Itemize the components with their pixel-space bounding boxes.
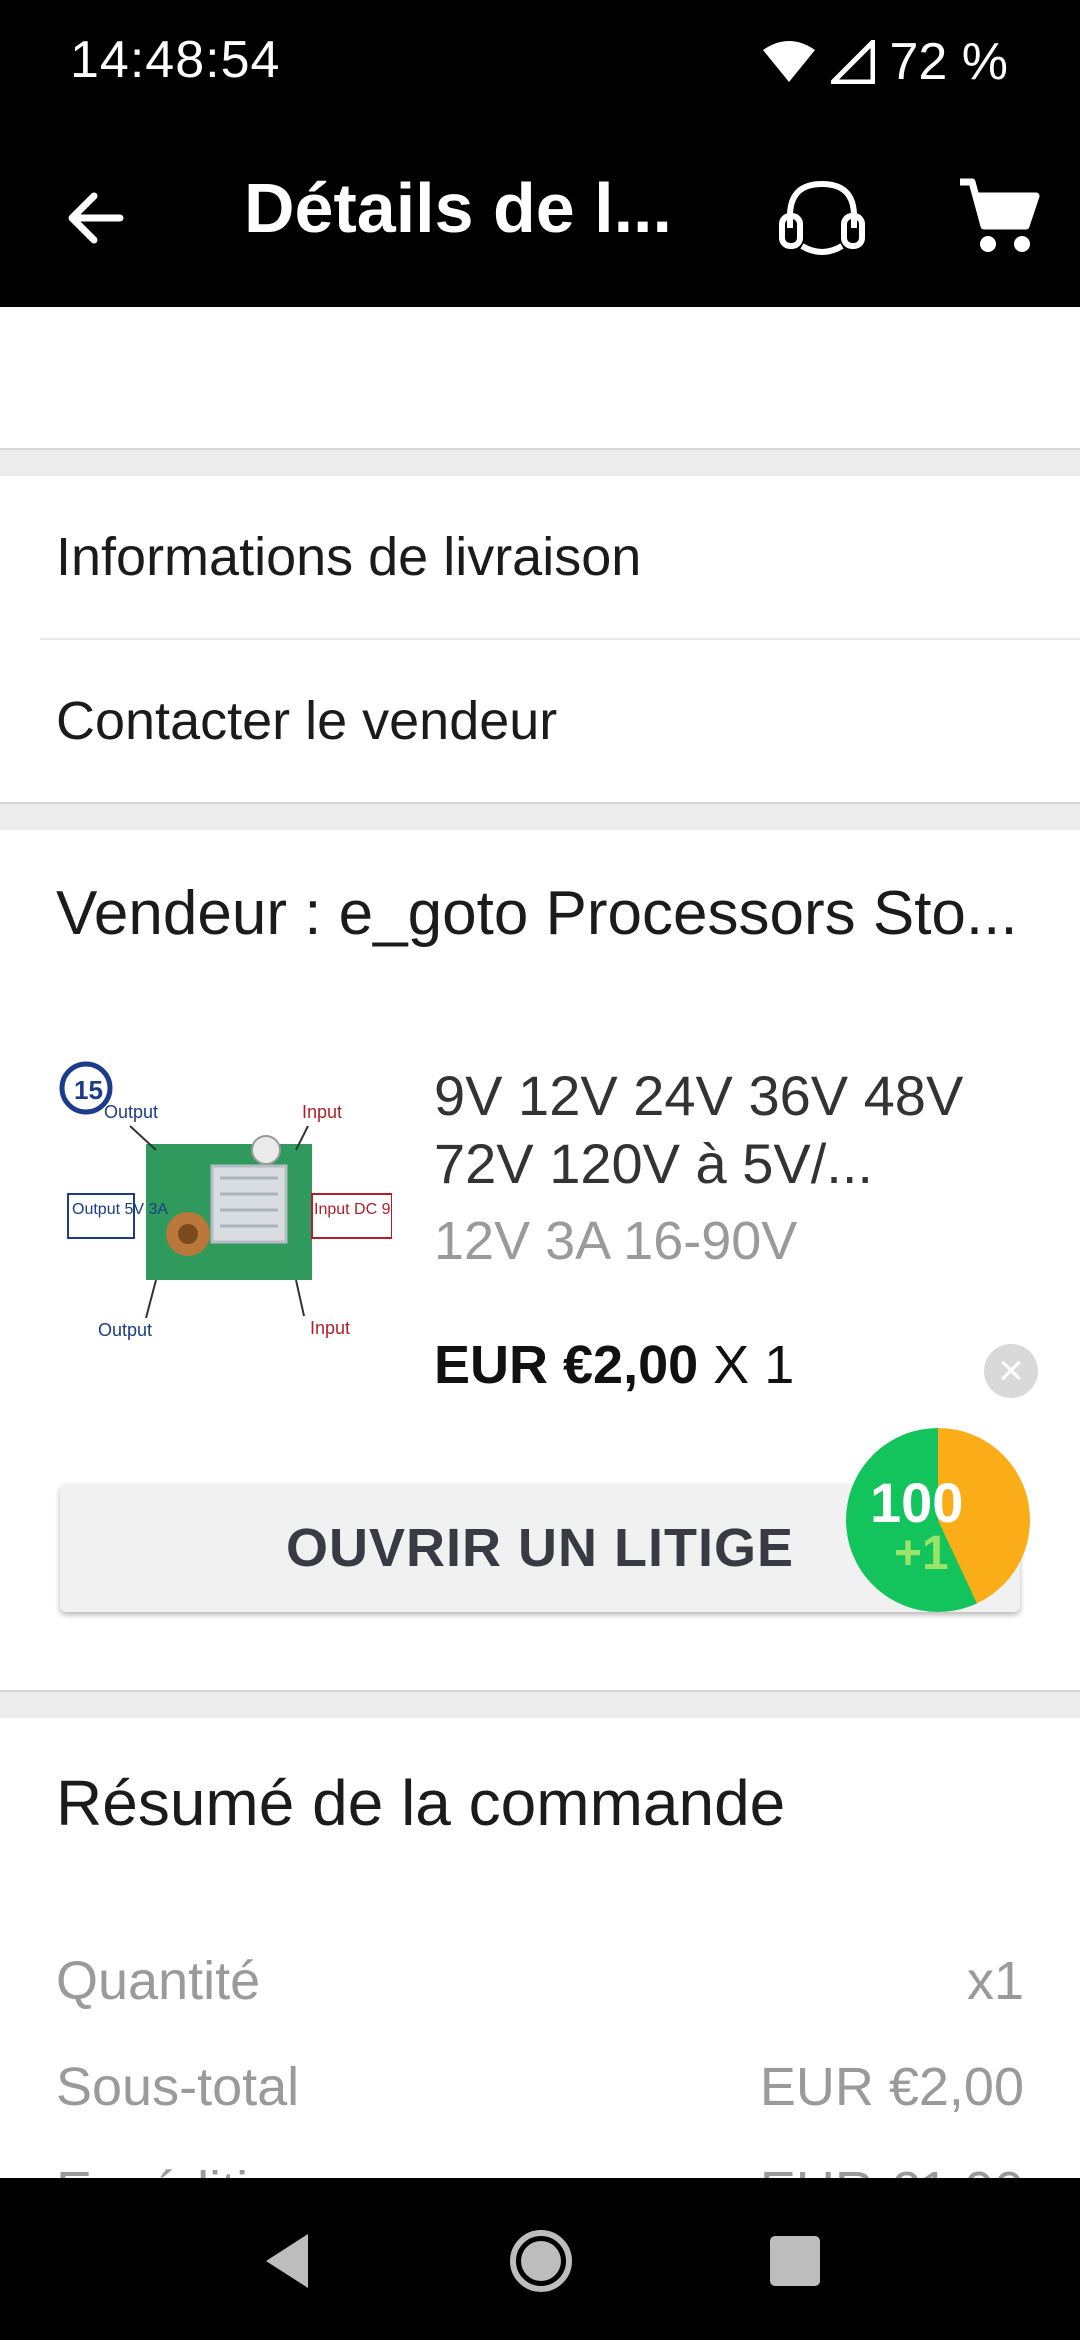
- app-bar: Détails de l...: [0, 126, 1080, 307]
- product-price: EUR €2,00 X 1: [434, 1334, 794, 1396]
- seller-name[interactable]: Vendeur : e_goto Processors Sto...: [56, 878, 1080, 949]
- promo-badge-increment: +1: [894, 1527, 949, 1580]
- image-label-input-spec: Input DC 9-90V: [314, 1201, 392, 1218]
- headset-icon[interactable]: [776, 172, 868, 264]
- home-nav-icon[interactable]: [506, 2226, 576, 2296]
- section-separator: [0, 448, 1080, 476]
- product-variant: 12V 3A 16-90V: [434, 1211, 798, 1271]
- status-icons: 72 %: [761, 30, 1008, 94]
- cart-icon[interactable]: [956, 174, 1040, 258]
- image-label-input: Input: [302, 1102, 342, 1122]
- image-label-output-spec: Output 5V 3A: [72, 1201, 168, 1218]
- price-amount: EUR €2,00: [434, 1335, 699, 1395]
- page-title: Détails de l...: [244, 169, 672, 247]
- contact-seller-row[interactable]: Contacter le vendeur: [0, 640, 1080, 802]
- summary-value: x1: [966, 1951, 1024, 2011]
- brand-logo: 15: [74, 1075, 103, 1105]
- system-navigation-bar: [0, 2178, 1080, 2340]
- delivery-info-row[interactable]: Informations de livraison: [0, 474, 1080, 638]
- image-label-output: Output: [98, 1320, 152, 1340]
- recents-nav-icon[interactable]: [760, 2226, 830, 2296]
- summary-value: EUR €2,00: [759, 2057, 1024, 2117]
- section-separator: [0, 802, 1080, 830]
- image-label-output: Output: [104, 1102, 158, 1122]
- back-nav-icon[interactable]: [252, 2226, 322, 2296]
- section-separator: [0, 1690, 1080, 1718]
- price-quantity: X 1: [713, 1335, 795, 1395]
- close-icon[interactable]: ×: [984, 1344, 1038, 1398]
- order-summary-title: Résumé de la commande: [56, 1767, 786, 1839]
- status-time: 14:48:54: [70, 31, 281, 89]
- summary-label: Quantité: [56, 1951, 261, 2011]
- contact-seller-label: Contacter le vendeur: [56, 691, 558, 751]
- wifi-icon: [763, 41, 816, 82]
- product-title[interactable]: 9V 12V 24V 36V 48V 72V 120V à 5V/...: [434, 1062, 1034, 1198]
- summary-label: Sous-total: [56, 2057, 300, 2117]
- image-label-input: Input: [310, 1318, 350, 1338]
- arrow-left-icon[interactable]: [60, 178, 140, 258]
- status-bar: 14:48:54 72 %: [0, 0, 1080, 126]
- product-image[interactable]: 15 Output Input Output Input Output 5V 3…: [56, 1054, 392, 1390]
- battery-level: 72 %: [889, 33, 1008, 91]
- promo-badge[interactable]: 100 +1: [846, 1428, 1030, 1612]
- delivery-info-label: Informations de livraison: [56, 527, 642, 587]
- signal-icon: [831, 40, 876, 84]
